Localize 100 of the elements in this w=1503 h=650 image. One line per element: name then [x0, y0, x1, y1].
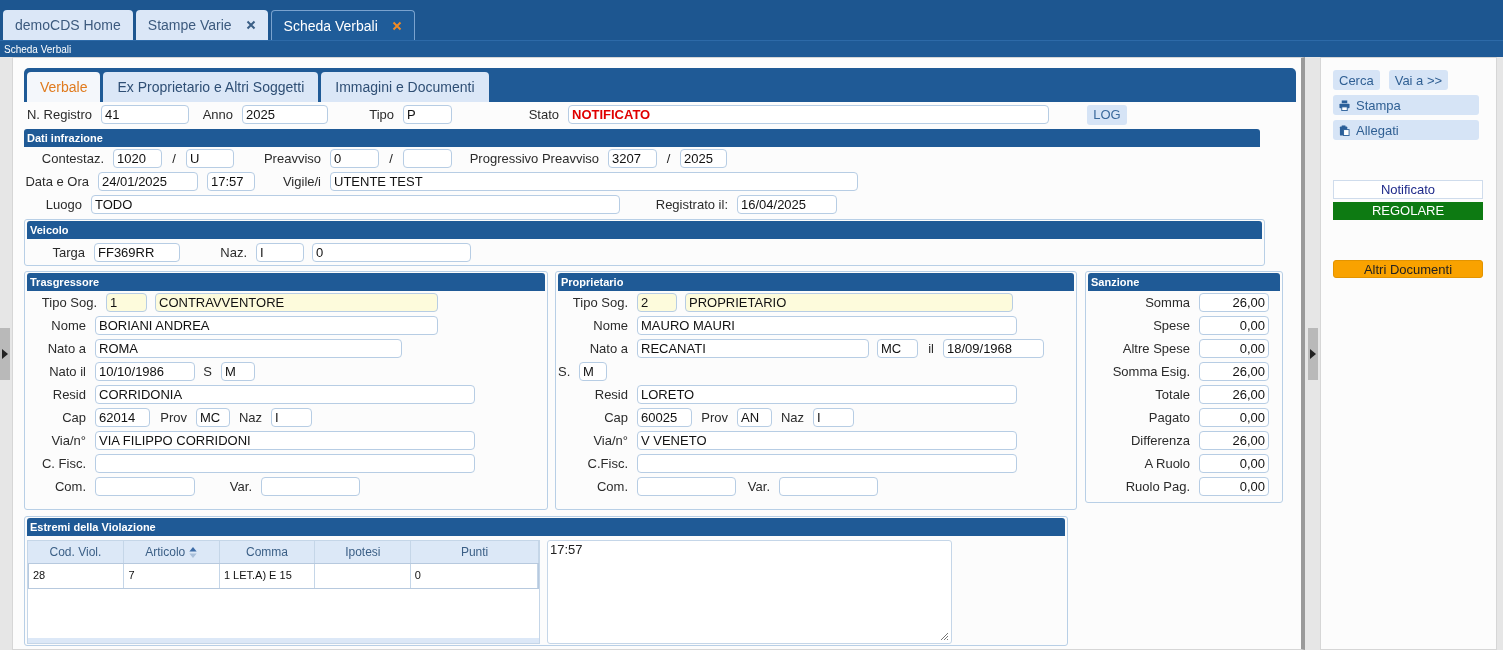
- text-field[interactable]: PROPRIETARIO: [685, 293, 1013, 312]
- field-label: Cap: [603, 410, 629, 425]
- text-field[interactable]: I: [813, 408, 854, 427]
- close-icon[interactable]: [245, 20, 256, 30]
- text-field[interactable]: UTENTE TEST: [330, 172, 858, 191]
- text-field[interactable]: 2: [637, 293, 677, 312]
- text-field[interactable]: 1020: [113, 149, 162, 168]
- text-field[interactable]: I: [271, 408, 312, 427]
- text-field[interactable]: VIA FILIPPO CORRIDONI: [95, 431, 475, 450]
- log-button[interactable]: LOG: [1087, 104, 1127, 125]
- text-field[interactable]: [261, 477, 360, 496]
- table-cell: 0: [410, 564, 538, 588]
- form-tab[interactable]: Ex Proprietario e Altri Soggetti: [103, 72, 319, 102]
- notes-textarea[interactable]: 17:57: [547, 540, 952, 644]
- text-field[interactable]: MC: [196, 408, 230, 427]
- text-field[interactable]: 0: [330, 149, 379, 168]
- field-label: Registrato il:: [654, 197, 729, 212]
- text-field[interactable]: 41: [101, 105, 189, 124]
- text-field[interactable]: M: [579, 362, 607, 381]
- toolbar-button[interactable]: Allegati: [1333, 120, 1479, 140]
- text-field[interactable]: [637, 477, 736, 496]
- text-field[interactable]: [95, 454, 475, 473]
- text-field[interactable]: AN: [737, 408, 772, 427]
- field-label: Pagato: [1147, 410, 1191, 425]
- toolbar-button[interactable]: Stampa: [1333, 95, 1479, 115]
- arrow-right-icon: [1309, 348, 1316, 359]
- text-field[interactable]: 2025: [680, 149, 727, 168]
- text-field[interactable]: MC: [877, 339, 918, 358]
- text-field[interactable]: ROMA: [95, 339, 402, 358]
- text-field[interactable]: FF369RR: [94, 242, 180, 262]
- amount-field[interactable]: 26,00: [1199, 431, 1269, 450]
- text-field[interactable]: LORETO: [637, 385, 1017, 404]
- section-header: Dati infrazione: [24, 129, 1260, 147]
- text-field[interactable]: [637, 454, 1017, 473]
- text-field[interactable]: 3207: [608, 149, 657, 168]
- app-tab[interactable]: demoCDS Home: [3, 10, 133, 40]
- expand-handle[interactable]: [0, 327, 10, 380]
- field-label: Preavviso: [262, 151, 322, 166]
- date-field[interactable]: 16/04/2025: [737, 195, 837, 214]
- text-field[interactable]: CORRIDONIA: [95, 385, 475, 404]
- amount-field[interactable]: 0,00: [1199, 339, 1269, 358]
- time-field[interactable]: 17:57: [207, 172, 255, 191]
- text-field[interactable]: CONTRAVVENTORE: [155, 293, 438, 312]
- app-tab[interactable]: Stampe Varie: [135, 10, 268, 40]
- form-tab[interactable]: Immagini e Documenti: [321, 72, 489, 102]
- column-header[interactable]: Comma: [219, 541, 316, 563]
- amount-field[interactable]: 0,00: [1199, 454, 1269, 473]
- text-field[interactable]: RECANATI: [637, 339, 869, 358]
- sort-icon: [189, 546, 198, 558]
- text-field[interactable]: 0: [312, 242, 471, 262]
- section-header: Trasgressore: [27, 273, 545, 291]
- amount-field[interactable]: 26,00: [1199, 293, 1269, 312]
- amount-field[interactable]: 0,00: [1199, 316, 1269, 335]
- field-label: Tipo: [368, 107, 395, 122]
- close-icon[interactable]: [391, 20, 402, 31]
- text-field[interactable]: 2025: [242, 105, 328, 124]
- text-field[interactable]: [95, 477, 195, 496]
- column-header[interactable]: Cod. Viol.: [28, 541, 124, 563]
- field-label: Somma: [1144, 295, 1191, 310]
- date-field[interactable]: 24/01/2025: [98, 172, 198, 191]
- toolbar-button[interactable]: Vai a >>: [1388, 70, 1449, 90]
- field-label: Ruolo Pag.: [1124, 479, 1191, 494]
- field-label: Nato a: [46, 341, 87, 356]
- documents-button[interactable]: Altri Documenti: [1333, 260, 1483, 278]
- table-cell: 28: [29, 564, 125, 588]
- column-header[interactable]: Punti: [411, 541, 539, 563]
- app-tab[interactable]: Scheda Verbali: [270, 10, 415, 40]
- column-header[interactable]: Ipotesi: [315, 541, 412, 563]
- status-field[interactable]: NOTIFICATO: [568, 105, 1049, 124]
- field-label: Cap: [61, 410, 87, 425]
- text-field[interactable]: 60025: [637, 408, 692, 427]
- text-field[interactable]: P: [403, 105, 452, 124]
- text-field[interactable]: U: [186, 149, 234, 168]
- amount-field[interactable]: 0,00: [1199, 408, 1269, 427]
- field-label: Resid: [51, 387, 87, 402]
- clipboard-icon: [1339, 124, 1350, 136]
- text-field[interactable]: TODO: [91, 195, 620, 214]
- date-field[interactable]: 10/10/1986: [95, 362, 195, 381]
- separator-text: /: [665, 151, 672, 166]
- field-label: Stato: [527, 107, 560, 122]
- column-header[interactable]: Articolo: [123, 541, 220, 563]
- date-field[interactable]: 18/09/1968: [943, 339, 1044, 358]
- expand-handle[interactable]: [1307, 327, 1318, 380]
- amount-field[interactable]: 26,00: [1199, 385, 1269, 404]
- text-field[interactable]: M: [221, 362, 255, 381]
- field-label: Nome: [50, 318, 87, 333]
- amount-field[interactable]: 26,00: [1199, 362, 1269, 381]
- text-field[interactable]: 1: [106, 293, 147, 312]
- amount-field[interactable]: 0,00: [1199, 477, 1269, 496]
- field-label: Progressivo Preavviso: [468, 151, 600, 166]
- text-field[interactable]: [403, 149, 452, 168]
- text-field[interactable]: BORIANI ANDREA: [95, 316, 438, 335]
- toolbar-button[interactable]: Cerca: [1333, 70, 1380, 90]
- text-field[interactable]: I: [256, 242, 304, 262]
- text-field[interactable]: MAURO MAURI: [637, 316, 1017, 335]
- text-field[interactable]: 62014: [95, 408, 150, 427]
- field-label: Prov: [159, 410, 188, 425]
- text-field[interactable]: V VENETO: [637, 431, 1017, 450]
- text-field[interactable]: [779, 477, 878, 496]
- field-label: Anno: [201, 107, 234, 122]
